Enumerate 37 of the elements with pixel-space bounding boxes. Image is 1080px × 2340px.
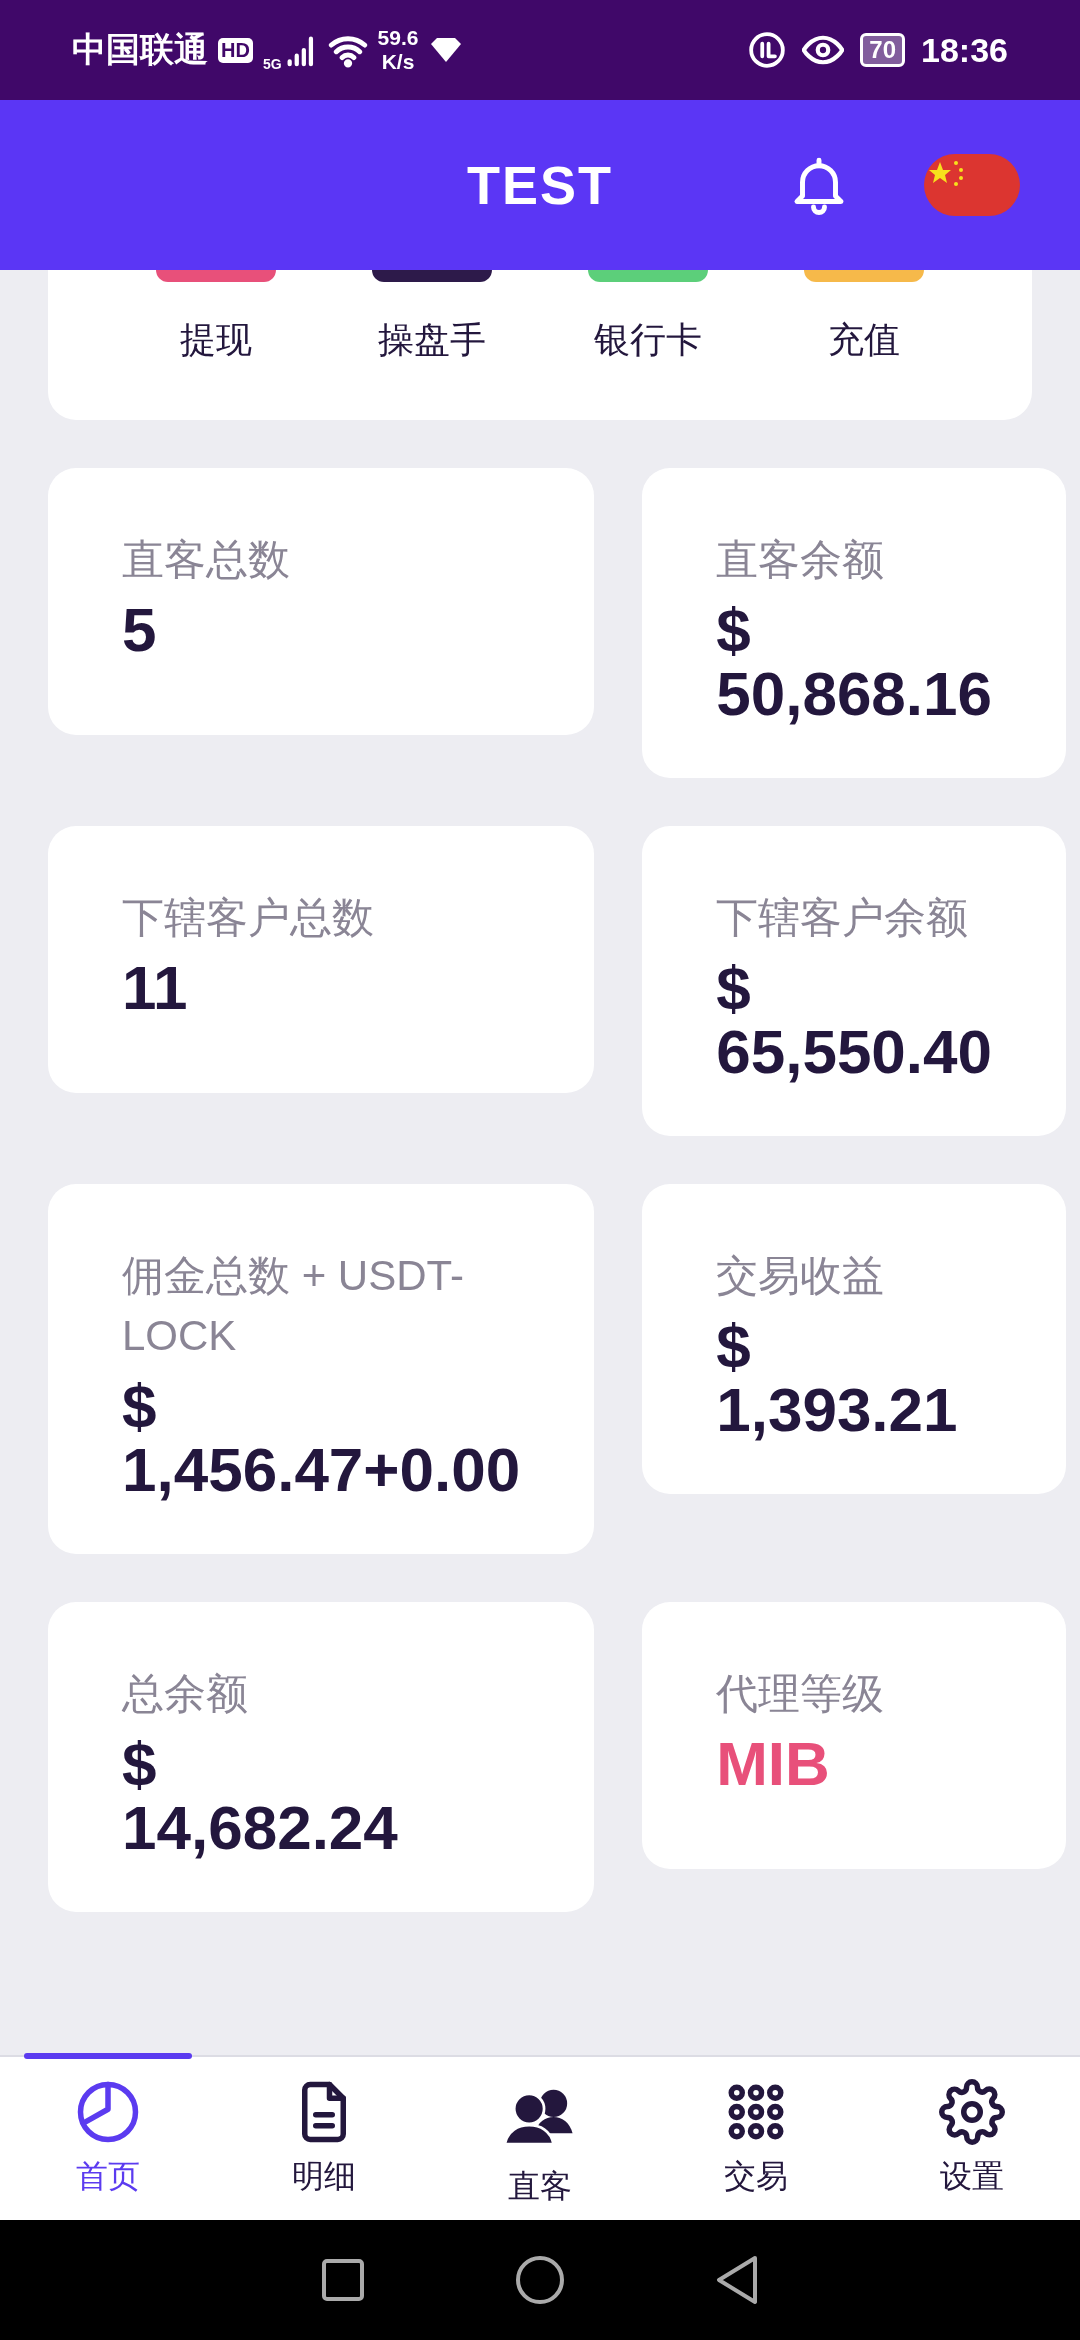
- nav-tab[interactable]: 交易: [648, 2057, 864, 2220]
- stat-value: $ 1,393.21: [716, 1314, 959, 1442]
- settings-icon: [939, 2079, 1005, 2145]
- home-icon[interactable]: [515, 2255, 565, 2305]
- clock-time: 18:36: [921, 30, 1008, 70]
- hd-badge: HD: [218, 37, 253, 63]
- recent-apps-icon[interactable]: [321, 2258, 365, 2302]
- stat-value: 11: [122, 956, 188, 1020]
- nav-tab[interactable]: 明细: [216, 2057, 432, 2220]
- stat-label: 直客总数: [122, 535, 291, 585]
- stat-label: 下辖客户余额: [716, 893, 970, 943]
- pie-chart-icon: [75, 2079, 141, 2145]
- stat-value: $ 1,456.47+0.00: [122, 1374, 521, 1502]
- nav-tab[interactable]: 直客: [432, 2057, 648, 2220]
- stat-label: 直客余额: [716, 535, 886, 585]
- nav-tab[interactable]: 首页: [0, 2057, 216, 2220]
- network-type: 5G: [262, 56, 282, 72]
- carrier-name: 中国联通: [72, 29, 208, 70]
- quick-action-button[interactable]: 充值: [769, 270, 959, 420]
- back-icon[interactable]: [715, 2255, 759, 2305]
- stat-value: $ 65,550.40: [716, 956, 993, 1084]
- stat-label: 交易收益: [716, 1251, 886, 1301]
- stat-value: $ 50,868.16: [716, 598, 993, 726]
- app-title: TEST: [466, 154, 614, 216]
- battery-indicator: 70: [860, 33, 906, 67]
- quick-action-button[interactable]: 提现: [121, 270, 311, 420]
- stat-value: 5: [122, 598, 157, 662]
- nav-tab[interactable]: 设置: [864, 2057, 1080, 2220]
- stat-value: $ 14,682.24: [122, 1732, 399, 1860]
- stat-label: 下辖客户总数: [122, 893, 375, 943]
- stat-label: 佣金总数 + USDT-LOCK: [122, 1251, 465, 1361]
- quick-action-button[interactable]: 银行卡: [553, 270, 743, 420]
- network-speed: 59.6 K/s: [377, 26, 419, 74]
- stat-label: 代理等级: [716, 1669, 886, 1719]
- quick-action-button[interactable]: 操盘手: [337, 270, 527, 420]
- stat-label: 总余额: [122, 1669, 249, 1719]
- agent-level: MIB: [716, 1732, 830, 1796]
